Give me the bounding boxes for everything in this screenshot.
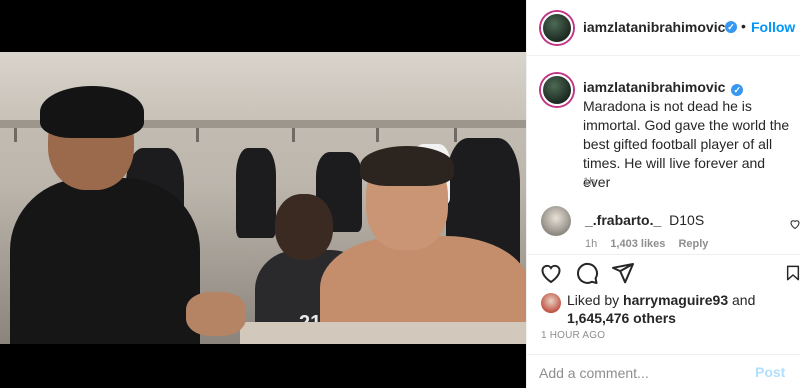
post-actions: Liked by harrymaguire93 and 1,645,476 ot…: [527, 254, 800, 336]
post-header: iamzlatanibrahimovic ✓ • Follow: [527, 0, 800, 56]
bookmark-icon[interactable]: [785, 261, 800, 285]
share-icon[interactable]: [611, 261, 635, 285]
comment-text: D10S: [669, 212, 705, 228]
post-timestamp[interactable]: 1 HOUR AGO: [541, 330, 605, 341]
post-side-panel: iamzlatanibrahimovic ✓ • Follow iamzlata…: [526, 0, 800, 388]
caption-author-avatar[interactable]: [541, 74, 573, 106]
post-caption: iamzlatanibrahimovic ✓ Maradona is not d…: [583, 78, 795, 192]
add-comment-bar: Post: [527, 354, 800, 388]
verified-badge-icon: ✓: [731, 84, 744, 96]
media-pane: 21: [0, 0, 526, 388]
comment-likes[interactable]: 1,403 likes: [610, 238, 665, 250]
hair: [40, 86, 144, 138]
commenter-username[interactable]: _.frabarto._: [585, 212, 661, 228]
comment-input[interactable]: [539, 363, 749, 383]
author-username[interactable]: iamzlatanibrahimovic: [583, 19, 725, 35]
person-left: [10, 86, 246, 344]
hair: [360, 146, 454, 186]
comment-body: _.frabarto._ D10S: [585, 212, 704, 228]
reply-button[interactable]: Reply: [678, 238, 708, 250]
commenter-avatar[interactable]: [541, 206, 571, 236]
liked-by-user[interactable]: harrymaguire93: [623, 292, 728, 308]
author-avatar[interactable]: [541, 12, 573, 44]
follow-button[interactable]: Follow: [751, 19, 795, 35]
black-coat: [10, 178, 200, 344]
post-photo[interactable]: 21: [0, 52, 526, 344]
dot-separator: •: [741, 18, 746, 34]
liked-by-connector: and: [732, 292, 756, 308]
comment-item: _.frabarto._ D10S 1h 1,403 likes Reply: [541, 204, 800, 254]
shorts: [240, 322, 526, 344]
hook: [376, 128, 379, 142]
hand: [186, 292, 246, 336]
liked-by-prefix: Liked by: [567, 292, 620, 308]
comment-timestamp: 1h: [585, 238, 598, 250]
caption-username[interactable]: iamzlatanibrahimovic: [583, 79, 725, 95]
post-comment-button[interactable]: Post: [755, 364, 785, 380]
liked-by-text: Liked by harrymaguire93 and 1,645,476 ot…: [567, 291, 787, 327]
heart-icon[interactable]: [539, 261, 563, 285]
person-right: [300, 146, 526, 344]
liked-by-avatar[interactable]: [541, 293, 561, 313]
comment-icon[interactable]: [575, 261, 599, 285]
comment-meta: 1h 1,403 likes Reply: [585, 238, 718, 250]
hook: [292, 128, 295, 142]
comment-like-heart-icon[interactable]: [789, 218, 800, 230]
hook: [454, 128, 457, 142]
caption-timestamp: 1h: [583, 176, 596, 188]
liked-by-count[interactable]: 1,645,476 others: [567, 310, 676, 326]
verified-badge-icon: ✓: [725, 21, 737, 33]
caption-text: Maradona is not dead he is immortal. God…: [583, 98, 790, 190]
